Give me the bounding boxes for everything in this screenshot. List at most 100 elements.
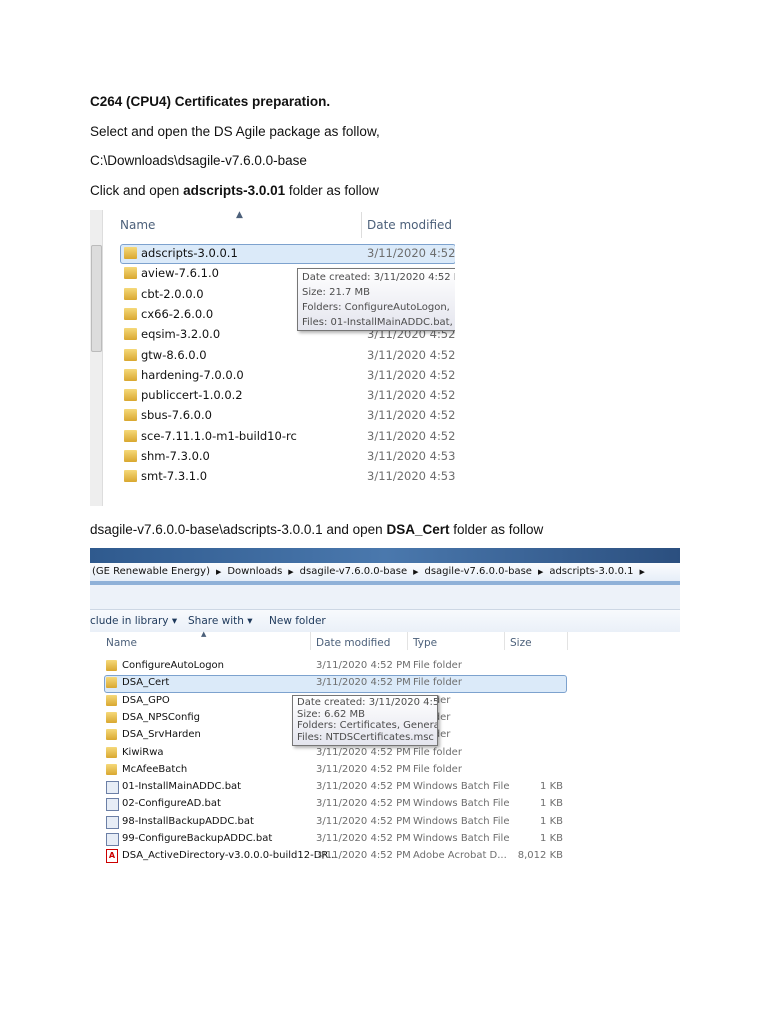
file-name: smt-7.3.1.0 bbox=[141, 469, 208, 484]
list-item[interactable]: publiccert-1.0.0.2 3/11/2020 4:52 PM bbox=[120, 386, 455, 404]
list-item[interactable]: ConfigureAutoLogon 3/11/2020 4:52 PM Fil… bbox=[104, 657, 565, 675]
file-type: File folder bbox=[413, 763, 462, 775]
column-size[interactable]: Size bbox=[510, 637, 532, 649]
column-name[interactable]: Name bbox=[120, 218, 155, 232]
list-item[interactable]: DSA_Cert 3/11/2020 4:52 PM File folder bbox=[104, 674, 565, 692]
list-item[interactable]: McAfeeBatch 3/11/2020 4:52 PM File folde… bbox=[104, 761, 565, 779]
file-name: KiwiRwa bbox=[122, 746, 164, 758]
file-name: cbt-2.0.0.0 bbox=[141, 286, 204, 301]
text: Click and open bbox=[90, 183, 184, 198]
file-name: sbus-7.6.0.0 bbox=[141, 408, 212, 423]
folder-icon bbox=[124, 307, 137, 320]
file-name: cx66-2.6.0.0 bbox=[141, 306, 214, 321]
file-name: 01-InstallMainADDC.bat bbox=[122, 781, 242, 793]
file-size: 1 KB bbox=[540, 815, 563, 827]
text: folder as follow bbox=[285, 183, 379, 198]
list-item[interactable]: hardening-7.0.0.0 3/11/2020 4:52 PM bbox=[120, 366, 455, 384]
file-name: ConfigureAutoLogon bbox=[122, 660, 225, 671]
file-name: 02-ConfigureAD.bat bbox=[122, 798, 221, 810]
date-modified: 3/11/2020 4:52 PM bbox=[367, 367, 455, 382]
date-modified: 3/11/2020 4:52 PM bbox=[316, 781, 411, 793]
file-type: File folder bbox=[413, 660, 462, 671]
file-type: Adobe Acrobat D... bbox=[413, 850, 507, 862]
file-type: Windows Batch File bbox=[413, 798, 510, 810]
folder-icon bbox=[106, 694, 117, 706]
tooltip-line: Size: 6.62 MB bbox=[297, 708, 366, 720]
scrollbar[interactable] bbox=[90, 210, 103, 506]
folder-icon bbox=[124, 287, 137, 300]
list-item[interactable]: A DSA_ActiveDirectory-v3.0.0.0-build12-D… bbox=[104, 847, 565, 865]
folder-icon bbox=[106, 660, 117, 671]
batch-file-icon bbox=[106, 815, 119, 829]
breadcrumb-item[interactable]: dsagile-v7.6.0.0-base bbox=[425, 566, 532, 577]
folder-icon bbox=[124, 450, 137, 462]
date-modified: 3/11/2020 4:52 PM bbox=[316, 660, 411, 671]
list-item[interactable]: adscripts-3.0.0.1 3/11/2020 4:52 PM bbox=[120, 244, 455, 262]
list-item[interactable]: 01-InstallMainADDC.bat 3/11/2020 4:52 PM… bbox=[104, 778, 565, 796]
file-name: eqsim-3.2.0.0 bbox=[141, 327, 221, 342]
date-modified: 3/11/2020 4:52 PM bbox=[367, 347, 455, 362]
folder-icon bbox=[124, 429, 137, 442]
folder-icon bbox=[124, 328, 137, 341]
file-size: 1 KB bbox=[540, 798, 563, 810]
address-bar[interactable]: (GE Renewable Energy) ▶ Downloads ▶ dsagile-… bbox=[90, 563, 680, 581]
date-modified: 3/11/2020 4:52 PM bbox=[367, 428, 455, 443]
column-name[interactable]: Name bbox=[106, 637, 137, 649]
folder-icon bbox=[106, 763, 117, 775]
folder-icon bbox=[106, 729, 117, 741]
date-modified: 3/11/2020 4:52 PM bbox=[316, 815, 411, 827]
list-item[interactable]: 99-ConfigureBackupADDC.bat 3/11/2020 4:5… bbox=[104, 830, 565, 848]
list-item[interactable]: 98-InstallBackupADDC.bat 3/11/2020 4:52 … bbox=[104, 813, 565, 831]
chevron-right-icon[interactable]: ▶ bbox=[639, 568, 644, 576]
file-name: DSA_GPO bbox=[122, 694, 170, 706]
chevron-right-icon[interactable]: ▶ bbox=[288, 568, 293, 576]
tooltip: Date created: 3/11/2020 4:52 PM Size: 21… bbox=[297, 268, 455, 331]
tooltip-line: Folders: ConfigureAutoLogon, bbox=[302, 302, 450, 313]
sort-arrow-icon: ▲ bbox=[236, 210, 243, 220]
list-item[interactable]: sce-7.11.1.0-m1-build10-rc 3/11/2020 4:5… bbox=[120, 427, 455, 445]
chevron-right-icon[interactable]: ▶ bbox=[538, 568, 543, 576]
date-modified: 3/11/2020 4:52 PM bbox=[367, 388, 455, 403]
heading: C264 (CPU4) Certificates preparation. bbox=[90, 94, 331, 109]
file-name: shm-7.3.0.0 bbox=[141, 449, 210, 463]
file-name: hardening-7.0.0.0 bbox=[141, 367, 244, 382]
share-with-button[interactable]: Share with ▾ bbox=[188, 610, 253, 632]
new-folder-button[interactable]: New folder bbox=[269, 610, 326, 632]
date-modified: 3/11/2020 4:53 PM bbox=[367, 449, 455, 463]
date-modified: 3/11/2020 4:52 PM bbox=[316, 746, 411, 758]
pdf-icon: A bbox=[106, 849, 118, 864]
batch-file-icon bbox=[106, 798, 119, 812]
batch-file-icon bbox=[106, 781, 119, 795]
list-item[interactable]: 02-ConfigureAD.bat 3/11/2020 4:52 PM Win… bbox=[104, 795, 565, 813]
chevron-right-icon[interactable]: ▶ bbox=[216, 568, 221, 576]
document-page: C264 (CPU4) Certificates preparation. Se… bbox=[0, 0, 768, 1024]
column-date[interactable]: Date modified bbox=[316, 637, 390, 649]
scrollbar-thumb[interactable] bbox=[91, 245, 102, 352]
folder-icon bbox=[124, 389, 137, 402]
include-in-library-button[interactable]: clude in library ▾ bbox=[90, 610, 177, 632]
column-type[interactable]: Type bbox=[413, 637, 437, 649]
breadcrumb-item[interactable]: Downloads bbox=[227, 566, 282, 577]
explorer-screenshot-2: (GE Renewable Energy) ▶ Downloads ▶ dsagile-… bbox=[90, 548, 680, 870]
date-modified: 3/11/2020 4:52 PM bbox=[316, 677, 411, 689]
folder-name: DSA_Cert bbox=[386, 522, 450, 537]
list-item[interactable]: sbus-7.6.0.0 3/11/2020 4:52 PM bbox=[120, 406, 455, 424]
file-type: File folder bbox=[413, 746, 462, 758]
file-type: Windows Batch File bbox=[413, 815, 510, 827]
file-name: DSA_NPSConfig bbox=[122, 711, 201, 723]
tooltip-line: Date created: 3/11/2020 4:52 PM bbox=[297, 697, 437, 708]
list-item[interactable]: KiwiRwa 3/11/2020 4:52 PM File folder bbox=[104, 744, 565, 762]
column-date[interactable]: Date modified bbox=[367, 218, 452, 232]
tooltip-line: Files: NTDSCertificates.msc bbox=[297, 731, 434, 743]
chevron-right-icon[interactable]: ▶ bbox=[413, 568, 418, 576]
breadcrumb-item[interactable]: (GE Renewable Energy) bbox=[92, 566, 210, 577]
list-item[interactable]: shm-7.3.0.0 3/11/2020 4:53 PM bbox=[120, 447, 455, 465]
breadcrumb-item[interactable]: adscripts-3.0.0.1 bbox=[549, 566, 633, 577]
list-item[interactable]: gtw-8.6.0.0 3/11/2020 4:52 PM bbox=[120, 346, 455, 364]
column-divider bbox=[361, 212, 362, 238]
breadcrumb-item[interactable]: dsagile-v7.6.0.0-base bbox=[300, 566, 407, 577]
date-modified: 3/11/2020 4:52 PM bbox=[367, 408, 455, 423]
date-modified: 3/11/2020 4:52 PM bbox=[316, 763, 411, 775]
file-size: 8,012 KB bbox=[517, 850, 563, 862]
list-item[interactable]: smt-7.3.1.0 3/11/2020 4:53 PM bbox=[120, 467, 455, 485]
